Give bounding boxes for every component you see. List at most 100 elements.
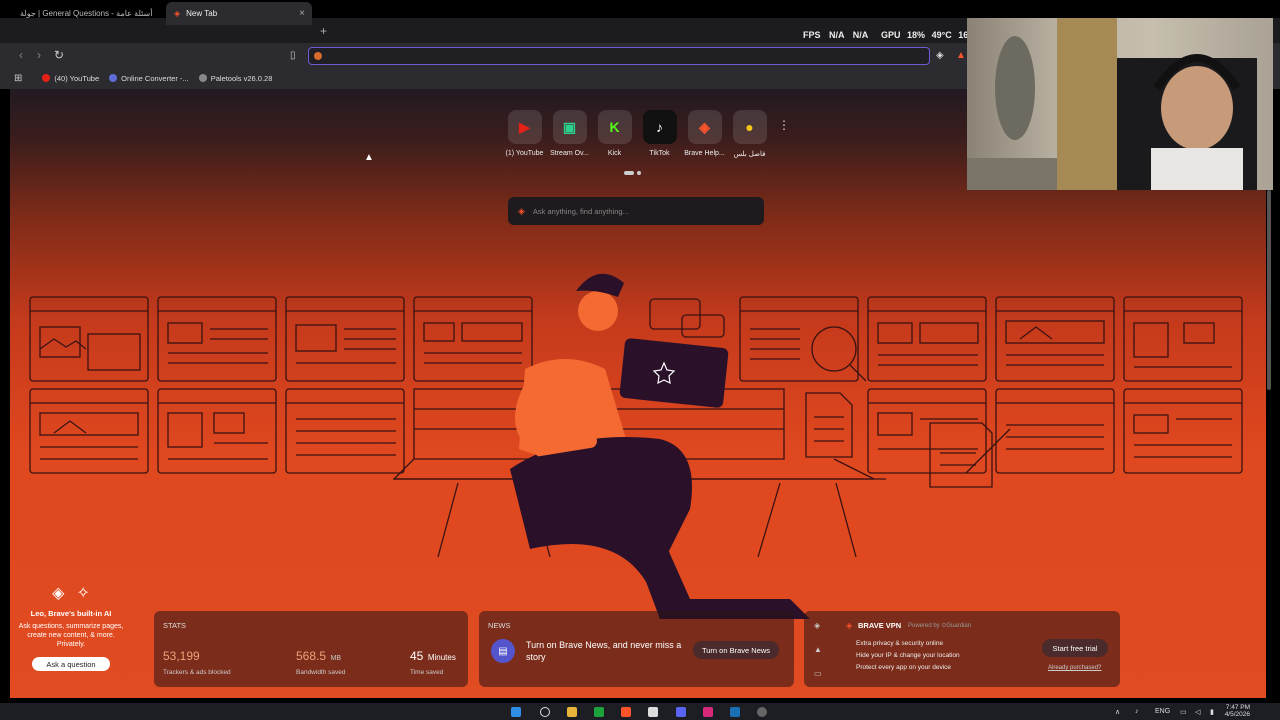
brave-shields-icon[interactable]: ◈: [936, 50, 944, 61]
warning-icon[interactable]: ▲: [814, 645, 822, 654]
gpu-unit: %: [917, 30, 926, 40]
address-bar[interactable]: [308, 47, 930, 65]
brave-rewards-icon[interactable]: ▲: [956, 50, 966, 61]
store-icon[interactable]: [648, 707, 658, 717]
fasel-icon: ●: [732, 110, 767, 144]
background-illustration: [29, 273, 1243, 619]
fps-overlay: FPS N/A N/A: [803, 30, 868, 40]
start-free-trial-button[interactable]: Start free trial: [1042, 639, 1108, 657]
bookmark-online-converter[interactable]: Online Converter -...: [109, 74, 189, 83]
tiktok-icon: ♪: [642, 110, 677, 144]
ask-placeholder: Ask anything, find anything...: [532, 206, 629, 216]
brave-lion-icon: ◈: [52, 585, 65, 602]
apps-grid-icon[interactable]: ⊞: [14, 73, 22, 84]
windows-taskbar: ∧ ♪ ENG ▭ ◁ ▮ 7:47 PM 4/5/2026: [0, 703, 1280, 720]
converter-icon: [109, 74, 118, 82]
battery-icon[interactable]: ▮: [1210, 708, 1214, 716]
youtube-icon: ▶: [507, 110, 542, 144]
stat-desc: Time saved: [410, 669, 444, 676]
fps-value: N/A: [829, 30, 845, 40]
stat-trackers: 53,199 Trackers & ads blocked: [163, 647, 231, 676]
bookmark-label: Online Converter -...: [121, 73, 189, 83]
globe-icon: [198, 74, 207, 82]
tray-chevron-icon[interactable]: ∧: [1115, 708, 1120, 716]
fps-value-2: N/A: [852, 30, 869, 40]
clock[interactable]: 7:47 PM 4/5/2026: [1222, 704, 1250, 718]
steam-icon[interactable]: [730, 707, 740, 717]
news-header: NEWS: [488, 621, 511, 630]
tab-new-tab[interactable]: ◈ New Tab ×: [166, 2, 312, 25]
reload-icon[interactable]: ↻: [54, 48, 64, 62]
mic-icon[interactable]: ♪: [1135, 708, 1139, 715]
stats-header: STATS: [163, 621, 187, 630]
gpu-temp-unit: °C: [941, 30, 952, 40]
browser-window-icon: [1123, 296, 1243, 382]
bookmark-youtube[interactable]: (40) YouTube: [42, 74, 99, 83]
leo-title: Leo, Brave's built-in AI: [30, 609, 112, 618]
top-sites-pager: [624, 171, 641, 175]
news-card: NEWS ▤ Turn on Brave News, and never mis…: [479, 611, 794, 687]
brave-icon[interactable]: [621, 707, 631, 717]
more-options-icon[interactable]: ⋮: [778, 118, 790, 132]
vpn-card: ◈ ▲ ▭ ◈ BRAVE VPN Powered by ⊙Guardian E…: [804, 611, 1120, 687]
browser-window-icon: [157, 388, 277, 474]
bookmark-icon[interactable]: ▯: [290, 50, 296, 61]
page-dot-active[interactable]: [624, 171, 634, 175]
search-icon[interactable]: [540, 707, 550, 717]
browser-window-icon: [413, 296, 533, 382]
message-icon[interactable]: ▭: [814, 669, 822, 678]
ask-question-button[interactable]: Ask a question: [32, 657, 110, 671]
top-site-youtube[interactable]: ▶ (1) YouTube: [506, 110, 543, 158]
start-icon[interactable]: [511, 707, 521, 717]
back-icon[interactable]: ‹: [19, 48, 23, 62]
bookmark-label: (40) YouTube: [54, 73, 100, 83]
vpn-feature: Hide your IP & change your location: [856, 652, 960, 659]
discord-icon[interactable]: [676, 707, 686, 717]
stat-unit: Minutes: [427, 653, 456, 662]
top-site-label: فاصل بلس: [733, 151, 766, 158]
browser-window-icon: [285, 388, 405, 474]
chat-bubble-icon: [649, 298, 725, 338]
new-tab-button[interactable]: +: [320, 24, 327, 38]
tab-label: New Tab: [186, 9, 218, 18]
stat-unit: MB: [330, 655, 341, 662]
close-tab-icon[interactable]: ×: [299, 8, 305, 19]
bookmark-paletools[interactable]: Paletools v26.0.28: [198, 73, 273, 83]
stat-bandwidth: 568.5 MB Bandwidth saved: [296, 647, 346, 676]
sparkle-icon: ✧: [76, 585, 90, 602]
forward-icon[interactable]: ›: [37, 48, 41, 62]
top-site-fasel-plus[interactable]: ● فاصل بلس: [731, 110, 768, 158]
shield-icon[interactable]: ◈: [814, 621, 820, 630]
clock-date: 4/5/2026: [1224, 711, 1250, 718]
tab-general-questions[interactable]: جولة | General Questions - أسئلة عامة: [12, 2, 162, 25]
top-site-stream-overlay[interactable]: ▣ Stream Ov...: [550, 110, 589, 158]
volume-icon[interactable]: ◁: [1195, 708, 1200, 716]
language-indicator[interactable]: ENG: [1155, 708, 1170, 715]
turn-on-news-button[interactable]: Turn on Brave News: [693, 641, 779, 659]
file-explorer-icon[interactable]: [567, 707, 577, 717]
tab-label: جولة | General Questions - أسئلة عامة: [20, 9, 153, 18]
browser-window-icon: [29, 296, 149, 382]
vpn-powered-by: Powered by ⊙Guardian: [908, 623, 972, 629]
chart-document-icon: [929, 422, 1011, 488]
network-icon[interactable]: ▭: [1180, 708, 1187, 716]
browser-window-icon: [285, 296, 405, 382]
already-purchased-link[interactable]: Already purchased?: [1048, 665, 1101, 671]
stat-desc: Trackers & ads blocked: [163, 669, 231, 676]
site-icon: [314, 52, 322, 60]
gpu-overlay: GPU 18% 49°C 162: [881, 30, 973, 40]
instagram-icon[interactable]: [703, 707, 713, 717]
stat-time: 45 Minutes Time saved: [410, 647, 456, 676]
ask-box[interactable]: ◈ Ask anything, find anything...: [508, 197, 764, 225]
page-dot[interactable]: [637, 171, 641, 175]
stat-desc: Bandwidth saved: [296, 669, 346, 676]
top-site-brave-help[interactable]: ◈ Brave Help...: [684, 110, 725, 158]
vpn-feature: Protect every app on your device: [856, 664, 952, 671]
top-site-kick[interactable]: K Kick: [596, 110, 633, 158]
top-site-tiktok[interactable]: ♪ TikTok: [641, 110, 678, 158]
bookmark-label: Paletools v26.0.28: [210, 73, 273, 83]
page-scrollbar[interactable]: [1267, 190, 1271, 390]
browser-window-icon: [29, 388, 149, 474]
app-icon[interactable]: [757, 707, 767, 717]
xbox-icon[interactable]: [594, 707, 604, 717]
